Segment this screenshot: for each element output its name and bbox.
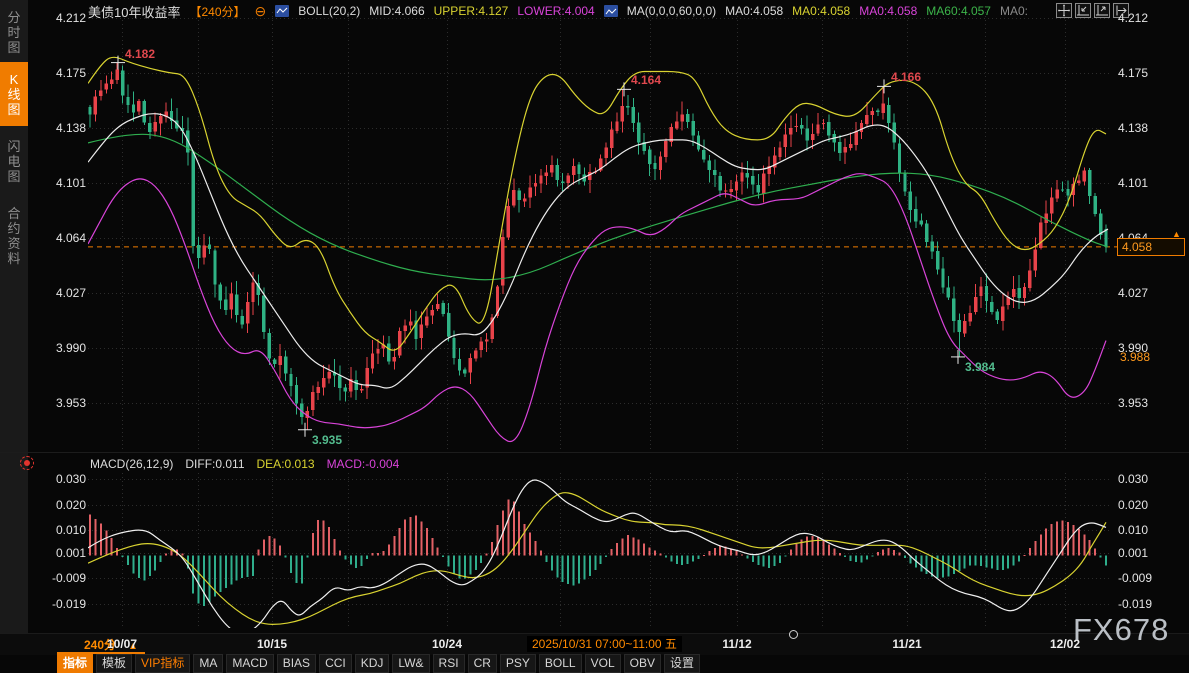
macd-axis-label-left: 0.020	[34, 498, 86, 512]
macd-axis-label-right: 0.010	[1118, 523, 1178, 537]
price-axis-label-right: 4.027	[1118, 286, 1178, 300]
boll-label: BOLL(20,2)	[298, 4, 360, 18]
date-label: 10/15	[257, 637, 287, 651]
toolbar-button-boll[interactable]: BOLL	[539, 654, 582, 673]
date-label: 10/07	[107, 637, 137, 651]
toolbar-button-lw[interactable]: LW&	[392, 654, 429, 673]
ma60-line	[88, 134, 1108, 279]
price-axis-label-left: 4.064	[34, 231, 86, 245]
macd-macd-value: MACD:-0.004	[327, 457, 400, 471]
indicator-toolbar: 指标模板VIP指标MAMACDBIASCCIKDJLW&RSICRPSYBOLL…	[57, 654, 700, 673]
toolbar-button-psy[interactable]: PSY	[500, 654, 536, 673]
toolbar-button-settings[interactable]: 设置	[664, 654, 700, 673]
toolbar-button-obv[interactable]: OBV	[624, 654, 661, 673]
price-axis-label-left: 4.212	[34, 11, 86, 25]
macd-axis-label-left: -0.019	[34, 597, 86, 611]
ma-value: MA0:	[1000, 4, 1028, 18]
price-axis-label-right: 4.138	[1118, 121, 1178, 135]
price-axis-label-right: 4.175	[1118, 66, 1178, 80]
price-axis-label-left: 4.175	[34, 66, 86, 80]
period-tag: 【240分】	[189, 3, 245, 20]
toolbar-button-vip-indicator[interactable]: VIP指标	[135, 654, 190, 673]
ma-value: MA0:4.058	[859, 4, 917, 18]
overlay-lines	[88, 57, 1108, 441]
macd-axis-label-left: 0.030	[34, 472, 86, 486]
price-axis-label-left: 4.138	[34, 121, 86, 135]
selected-bar-timestamp: 2025/10/31 07:00~11:00 五	[527, 636, 682, 652]
axis-zoom-out-icon[interactable]	[1075, 3, 1091, 18]
toolbar-button-cr[interactable]: CR	[468, 654, 497, 673]
macd-panel	[88, 480, 1107, 634]
candlestick-series	[88, 63, 1107, 430]
toolbar-button-vol[interactable]: VOL	[585, 654, 621, 673]
macd-axis-label-left: 0.010	[34, 523, 86, 537]
extreme-price-annotation: 3.984	[965, 360, 995, 374]
chart-canvas[interactable]	[0, 0, 1189, 673]
price-up-arrow-icon: ▲	[1172, 229, 1181, 239]
instrument-title: 美债10年收益率	[88, 2, 180, 21]
macd-axis-label-right: 0.001	[1118, 546, 1178, 560]
macd-diff-value: DIFF:0.011	[185, 457, 244, 471]
reference-price-label: 3.988	[1120, 350, 1150, 364]
toolbar-button-template[interactable]: 模板	[96, 654, 132, 673]
price-axis-label-right: 3.953	[1118, 396, 1178, 410]
macd-axis-label-right: -0.019	[1118, 597, 1178, 611]
date-label: 11/21	[892, 637, 921, 651]
toolbar-button-bias[interactable]: BIAS	[277, 654, 316, 673]
watermark: FX678	[1073, 612, 1169, 648]
extreme-price-annotation: 3.935	[312, 433, 342, 447]
boll-mid-line	[88, 114, 1108, 388]
extreme-price-annotation: 4.164	[631, 73, 661, 87]
ma-indicator-icon[interactable]	[604, 5, 618, 17]
toolbar-button-ma[interactable]: MA	[193, 654, 223, 673]
collapse-icon[interactable]: ⊖	[255, 5, 267, 17]
macd-axis-label-right: 0.030	[1118, 472, 1178, 486]
macd-axis-label-left: -0.009	[34, 571, 86, 585]
boll-upper-value: UPPER:4.127	[434, 4, 509, 18]
ma-value: MA0:4.058	[792, 4, 850, 18]
boll-lower-value: LOWER:4.004	[517, 4, 594, 18]
ma-value: MA60:4.057	[926, 4, 991, 18]
macd-histogram	[89, 500, 1107, 607]
macd-axis-label-right: -0.009	[1118, 571, 1178, 585]
date-label: 10/24	[432, 637, 462, 651]
price-axis-label-left: 3.990	[34, 341, 86, 355]
current-price-label: 4.058	[1117, 238, 1185, 256]
macd-dea-value: DEA:0.013	[257, 457, 315, 471]
extreme-price-annotation: 4.166	[891, 70, 921, 84]
scroll-marker-dot[interactable]	[789, 630, 798, 639]
time-axis: 240分▲ 2025/10/31 07:00~11:00 五 10/0710/1…	[0, 633, 1189, 655]
macd-header: MACD(26,12,9) DIFF:0.011 DEA:0.013 MACD:…	[90, 457, 399, 471]
extreme-price-annotation: 4.182	[125, 47, 155, 61]
price-axis-label-left: 3.953	[34, 396, 86, 410]
price-axis-label-right: 4.212	[1118, 11, 1178, 25]
toolbar-button-rsi[interactable]: RSI	[433, 654, 465, 673]
toolbar-button-indicator[interactable]: 指标	[57, 654, 93, 673]
macd-axis-label-left: 0.001	[34, 546, 86, 560]
chart-header: 美债10年收益率 【240分】 ⊖ BOLL(20,2) MID:4.066 U…	[88, 3, 1028, 19]
boll-mid-value: MID:4.066	[369, 4, 424, 18]
extreme-marker-crosses	[111, 56, 965, 437]
app-window: 分时图K线图闪电图合约资料 美债10年收益率 【240分】 ⊖ BOLL(20,…	[0, 0, 1189, 673]
macd-axis-label-right: 0.020	[1118, 498, 1178, 512]
toolbar-button-cci[interactable]: CCI	[319, 654, 352, 673]
toolbar-button-macd[interactable]: MACD	[226, 654, 273, 673]
price-axis-label-right: 4.101	[1118, 176, 1178, 190]
price-axis-label-left: 4.027	[34, 286, 86, 300]
date-label: 11/12	[722, 637, 751, 651]
boll-indicator-icon[interactable]	[275, 5, 289, 17]
toolbar-button-kdj[interactable]: KDJ	[355, 654, 390, 673]
ma-value: MA0:4.058	[725, 4, 783, 18]
axis-zoom-in-icon[interactable]	[1094, 3, 1110, 18]
crosshair-icon[interactable]	[1056, 3, 1072, 18]
ma-values: MA0:4.058 MA0:4.058 MA0:4.058 MA60:4.057 MA0…	[725, 4, 1028, 18]
price-axis-label-left: 4.101	[34, 176, 86, 190]
macd-label: MACD(26,12,9)	[90, 457, 173, 471]
ma-label: MA(0,0,0,60,0,0)	[627, 4, 716, 18]
